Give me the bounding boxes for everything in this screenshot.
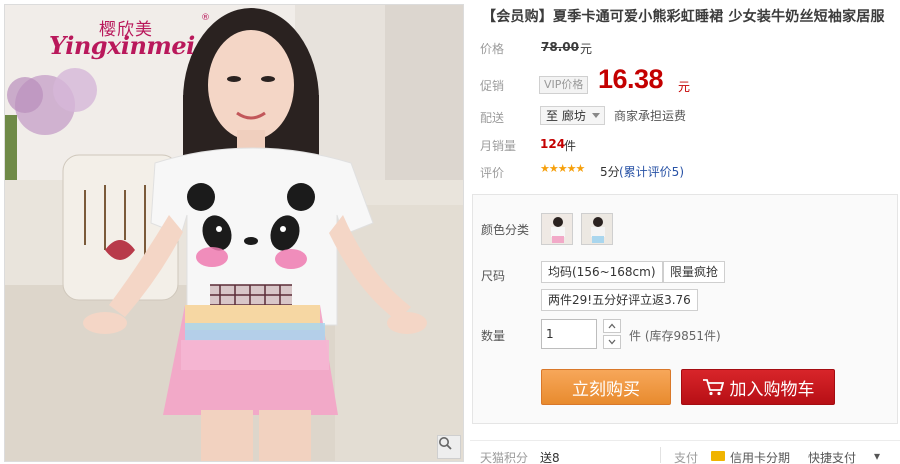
divider [660, 447, 661, 463]
color-thumbnail-image [542, 214, 572, 244]
add-to-cart-button[interactable]: 加入购物车 [681, 369, 835, 405]
quantity-decrease-button[interactable] [603, 335, 621, 349]
quantity-input[interactable] [541, 319, 597, 349]
shipping-note: 商家承担运费 [614, 109, 687, 123]
buy-now-button[interactable]: 立刻购买 [541, 369, 671, 405]
promo-price-unit: 元 [678, 80, 691, 94]
payment-label: 支付 [674, 451, 699, 464]
buy-now-label: 立刻购买 [572, 379, 640, 400]
product-photo [5, 5, 463, 461]
product-detail-panel: 【会员购】夏季卡通可爱小熊彩虹睡裙 少女装牛奶丝短袖家居服 价格 78.00 元… [470, 0, 900, 464]
shipping-label: 配送 [480, 111, 505, 125]
chevron-down-icon [608, 339, 616, 345]
quantity-increase-button[interactable] [603, 319, 621, 333]
quantity-label: 数量 [481, 329, 506, 343]
brand-registered-mark: ® [201, 13, 210, 23]
promo-label: 促销 [480, 79, 505, 93]
size-option-limited[interactable]: 限量疯抢 [663, 261, 726, 283]
sku-selection-box: 颜色分类 尺码 均码(156~168cm) 限量疯抢 两件29!五分好评立返3.… [472, 194, 898, 424]
monthly-sales-value: 124 [540, 137, 566, 151]
product-title: 【会员购】夏季卡通可爱小熊彩虹睡裙 少女装牛奶丝短袖家居服 [482, 9, 885, 25]
size-option-one-size[interactable]: 均码(156~168cm) [541, 261, 663, 283]
vip-price-tag: VIP价格 [539, 76, 589, 94]
product-main-image[interactable]: 樱欣美 ® Yingxinmei [4, 4, 464, 462]
quick-pay[interactable]: 快捷支付 [808, 449, 856, 464]
service-strip: 天猫积分 送8 支付 信用卡分期 快捷支付 ▾ [470, 440, 900, 464]
zoom-button[interactable] [437, 435, 461, 459]
color-option-2[interactable] [581, 213, 613, 245]
rating-label: 评价 [480, 166, 505, 180]
rating-score: 5分 [600, 165, 620, 179]
monthly-sales-label: 月销量 [480, 139, 517, 153]
rating-stars-icon: ★★★★★ [540, 162, 585, 175]
original-price-unit: 元 [580, 42, 593, 56]
review-count-link[interactable]: (累计评价5) [619, 163, 684, 180]
shipping-location-select[interactable]: 至 廊坊 [540, 106, 605, 125]
original-price: 78.00 [541, 40, 579, 54]
credit-card-icon [711, 451, 725, 461]
add-to-cart-label: 加入购物车 [729, 379, 815, 400]
size-option-bundle[interactable]: 两件29!五分好评立返3.76 [541, 289, 698, 311]
price-label: 价格 [480, 42, 505, 56]
chevron-up-icon [608, 323, 616, 329]
chevron-down-icon [591, 113, 600, 118]
shopping-cart-icon [702, 379, 724, 396]
tmall-points-label: 天猫积分 [480, 451, 529, 464]
monthly-sales-unit: 件 [564, 139, 577, 153]
brand-logo: 樱欣美 ® Yingxinmei [49, 11, 219, 60]
size-label: 尺码 [481, 269, 506, 283]
tmall-points-value: 送8 [540, 451, 560, 464]
color-thumbnail-image [582, 214, 612, 244]
more-payment-icon[interactable]: ▾ [874, 449, 880, 463]
magnifier-icon [439, 437, 452, 450]
credit-card-installment[interactable]: 信用卡分期 [730, 449, 790, 464]
brand-name-en: Yingxinmei [49, 31, 195, 60]
promo-price: 16.38 [598, 64, 664, 94]
color-label: 颜色分类 [481, 223, 530, 237]
shipping-location-value: 至 廊坊 [546, 109, 586, 123]
color-option-1[interactable] [541, 213, 573, 245]
stock-info: 件 (库存9851件) [629, 329, 721, 343]
